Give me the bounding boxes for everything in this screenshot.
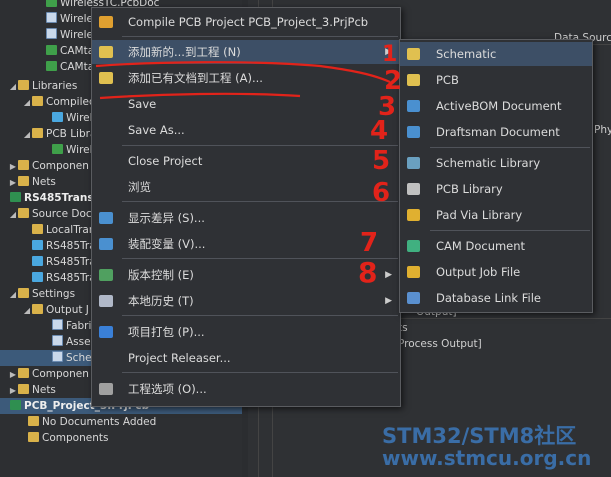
handwritten-number: 1 — [382, 42, 398, 67]
handwritten-number: 8 — [358, 256, 378, 289]
handwritten-number: 7 — [360, 228, 379, 258]
red-annotation-strokes — [95, 61, 391, 100]
handwritten-number: 5 — [372, 146, 391, 176]
handwritten-number: 4 — [370, 116, 389, 146]
watermark-line2: www.stmcu.org.cn — [382, 446, 592, 470]
handwritten-number: 6 — [372, 178, 391, 208]
underline-stroke-2 — [99, 92, 301, 100]
underline-stroke-1 — [95, 61, 391, 84]
